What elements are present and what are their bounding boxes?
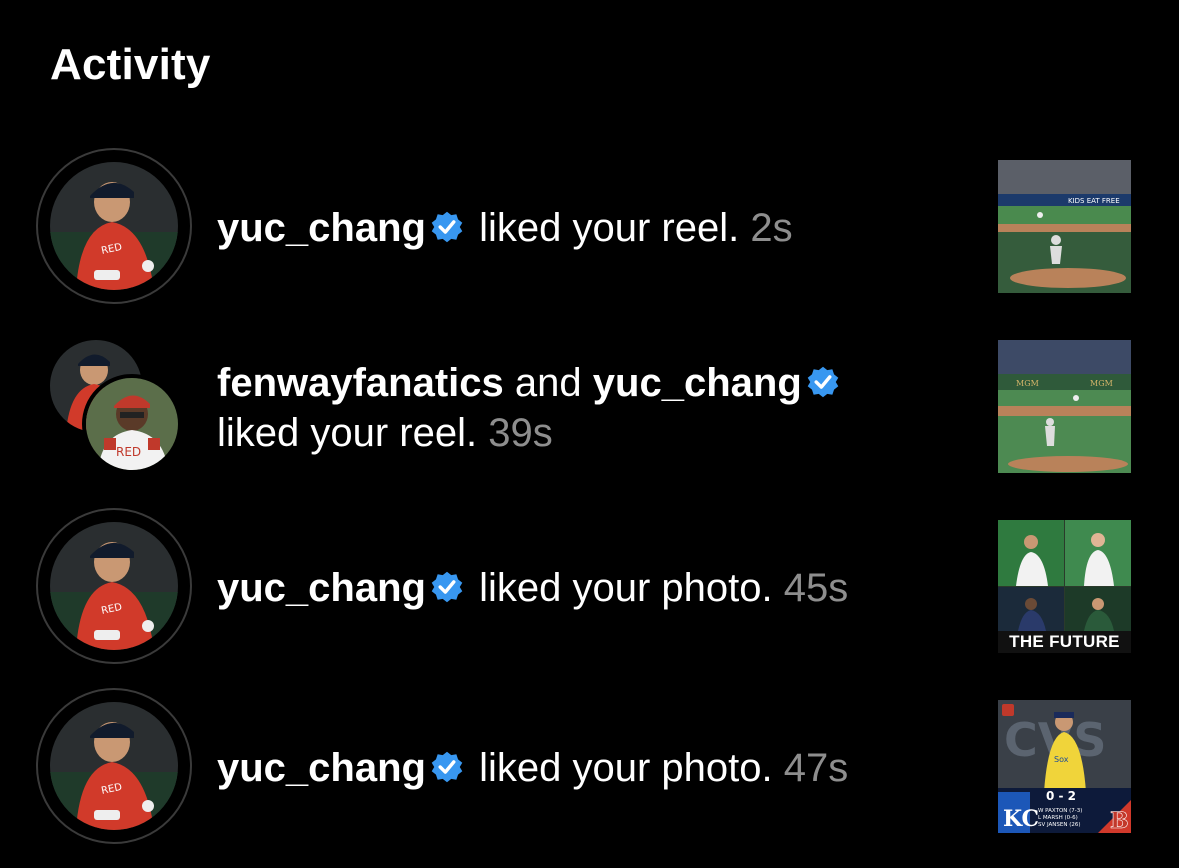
username-link[interactable]: yuc_chang [217,746,426,790]
avatar[interactable]: RED [36,508,192,664]
timestamp: 45s [783,566,849,610]
activity-row[interactable]: RED yuc_chang liked your photo. 45s THE … [0,508,1179,668]
player-avatar-image: RED [50,522,178,650]
verified-badge-icon [806,361,840,398]
activity-text: yuc_chang liked your photo. 45s [217,563,848,613]
thumbnail-caption: THE FUTURE [998,631,1131,653]
activity-page: Activity RED yuc_chang liked your reel. … [0,0,1179,868]
connector-text: and [514,361,582,405]
page-title: Activity [50,40,211,89]
scoreboard-line: SV JANSEN (26) [1038,822,1081,828]
activity-text: yuc_chang liked your reel. 2s [217,203,793,253]
verified-badge-icon [430,206,464,243]
avatar[interactable]: RED [82,374,182,474]
reel-thumbnail[interactable]: MGM MGM [998,340,1131,473]
activity-action: liked your reel. [479,206,740,250]
svg-text:MGM: MGM [1090,379,1113,388]
svg-text:MGM: MGM [1016,379,1039,388]
timestamp: 47s [783,746,849,790]
activity-text: yuc_chang liked your photo. 47s [217,743,848,793]
activity-action: liked your reel. [217,411,478,455]
username-link[interactable]: yuc_chang [217,566,426,610]
svg-text:KC: KC [1003,806,1039,832]
scoreboard-line: W PAXTON (7-3) [1038,808,1082,814]
svg-text:B: B [1110,808,1129,833]
activity-action: liked your photo. [479,566,773,610]
username-link[interactable]: fenwayfanatics [217,361,504,405]
activity-row[interactable]: RED yuc_chang liked your photo. 47s CVS … [0,688,1179,848]
player-avatar-image: RED [50,162,178,290]
verified-badge-icon [430,746,464,783]
timestamp: 2s [750,206,793,250]
username-link[interactable]: yuc_chang [217,206,426,250]
player-avatar-image: RED [50,702,178,830]
svg-text:Sox: Sox [1054,755,1069,764]
activity-text: fenwayfanatics and yuc_chang [217,358,844,408]
scoreboard-line: L MARSH (0-6) [1038,815,1078,821]
username-link[interactable]: yuc_chang [593,361,802,405]
verified-badge-icon [430,566,464,603]
avatar[interactable]: RED [36,688,192,844]
activity-text-line2: liked your reel. 39s [217,408,553,458]
timestamp: 39s [488,411,553,455]
photo-thumbnail[interactable]: THE FUTURE [998,520,1131,653]
activity-row[interactable]: RED yuc_chang liked your reel. 2s KIDS E… [0,148,1179,308]
svg-text:RED: RED [116,445,141,459]
reel-thumbnail[interactable]: KIDS EAT FREE [998,160,1131,293]
photo-thumbnail[interactable]: CVS Sox KC B 0 - 2 W PAXTON (7-3) L MARS… [998,700,1131,833]
avatar[interactable]: RED [36,148,192,304]
activity-row[interactable]: RED fenwayfanatics and yuc_chang liked y… [0,340,1179,500]
scoreboard-score: 0 - 2 [1046,789,1076,803]
activity-action: liked your photo. [479,746,773,790]
svg-text:KIDS EAT FREE: KIDS EAT FREE [1068,197,1120,205]
